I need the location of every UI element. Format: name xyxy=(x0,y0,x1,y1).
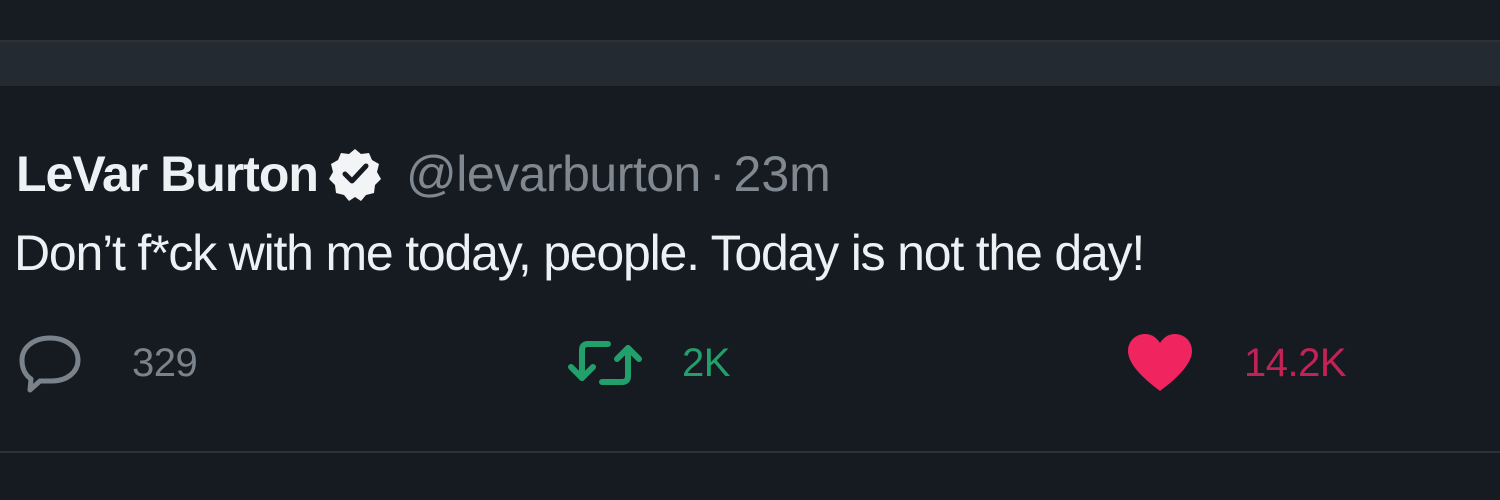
top-band xyxy=(0,0,1500,40)
heart-icon xyxy=(1124,331,1196,395)
section-divider xyxy=(0,40,1500,86)
display-name[interactable]: LeVar Burton xyxy=(16,145,319,203)
speech-bubble-icon xyxy=(16,332,84,394)
tweet-header: LeVar Burton @levarburton · 23m xyxy=(16,144,831,204)
verified-badge-icon xyxy=(328,147,382,201)
retweet-arrows-icon xyxy=(566,332,644,394)
tweet-card[interactable]: LeVar Burton @levarburton · 23m Don’t f*… xyxy=(0,86,1500,452)
handle[interactable]: @levarburton xyxy=(406,145,701,203)
reply-count: 329 xyxy=(132,340,198,385)
timestamp[interactable]: 23m xyxy=(734,145,831,203)
like-button[interactable]: 14.2K xyxy=(1124,330,1347,396)
meta-separator: · xyxy=(708,146,726,202)
reply-button[interactable]: 329 xyxy=(16,330,198,396)
bottom-divider xyxy=(0,451,1500,453)
retweet-count: 2K xyxy=(682,340,730,385)
like-count: 14.2K xyxy=(1244,340,1347,385)
retweet-button[interactable]: 2K xyxy=(566,330,730,396)
tweet-text: Don’t f*ck with me today, people. Today … xyxy=(14,225,1145,281)
